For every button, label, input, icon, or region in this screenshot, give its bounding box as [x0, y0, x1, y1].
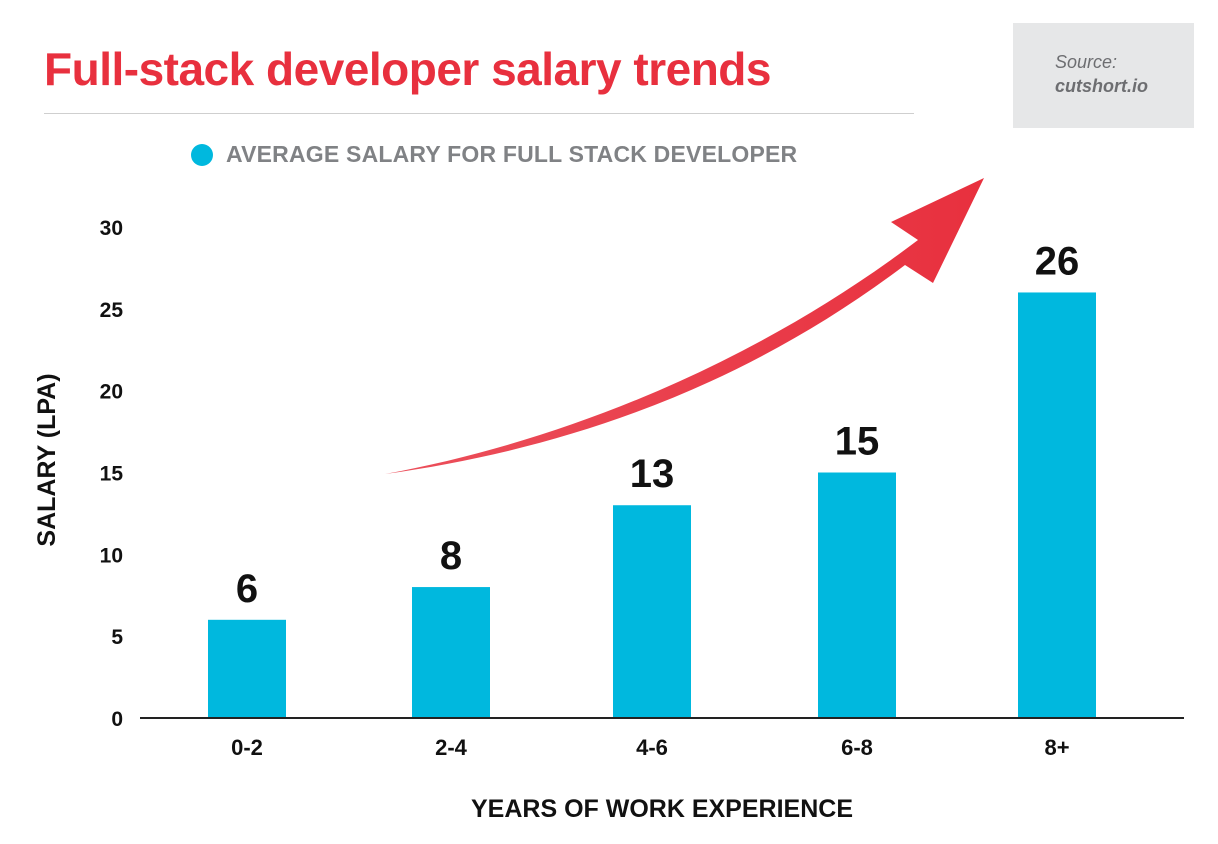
- trend-arrow: [385, 178, 984, 474]
- x-tick-label: 0-2: [231, 735, 263, 760]
- x-axis-title: YEARS OF WORK EXPERIENCE: [471, 795, 853, 823]
- x-tick-label: 2-4: [435, 735, 468, 760]
- bars: [208, 292, 1096, 718]
- bar-value-label: 26: [1035, 239, 1080, 283]
- x-axis-labels: 0-2 2-4 4-6 6-8 8+: [231, 735, 1069, 760]
- y-tick-label: 5: [111, 626, 123, 649]
- x-tick-label: 8+: [1044, 735, 1069, 760]
- bar-value-label: 15: [835, 420, 880, 464]
- y-tick-label: 20: [100, 381, 123, 404]
- bar: [1018, 292, 1096, 718]
- bar: [818, 472, 896, 718]
- y-tick-label: 25: [100, 299, 124, 322]
- bar: [412, 587, 490, 718]
- bar: [613, 505, 691, 718]
- bar: [208, 619, 286, 718]
- x-tick-label: 6-8: [841, 735, 873, 760]
- x-tick-label: 4-6: [636, 735, 668, 760]
- bar-value-label: 8: [440, 534, 462, 578]
- bar-chart: 0 5 10 15 20 25 30 6 8 13 15 26 0-2 2-4 4-6 6-8 8+ YEA…: [33, 178, 1184, 823]
- y-axis-ticks: 0 5 10 15 20 25 30: [100, 217, 124, 731]
- y-tick-label: 15: [100, 463, 124, 486]
- y-axis-title: SALARY (LPA): [33, 373, 61, 546]
- bar-value-label: 13: [630, 452, 675, 496]
- bar-value-label: 6: [236, 567, 258, 611]
- y-tick-label: 30: [100, 217, 123, 240]
- y-tick-label: 10: [100, 544, 123, 567]
- y-tick-label: 0: [111, 708, 123, 731]
